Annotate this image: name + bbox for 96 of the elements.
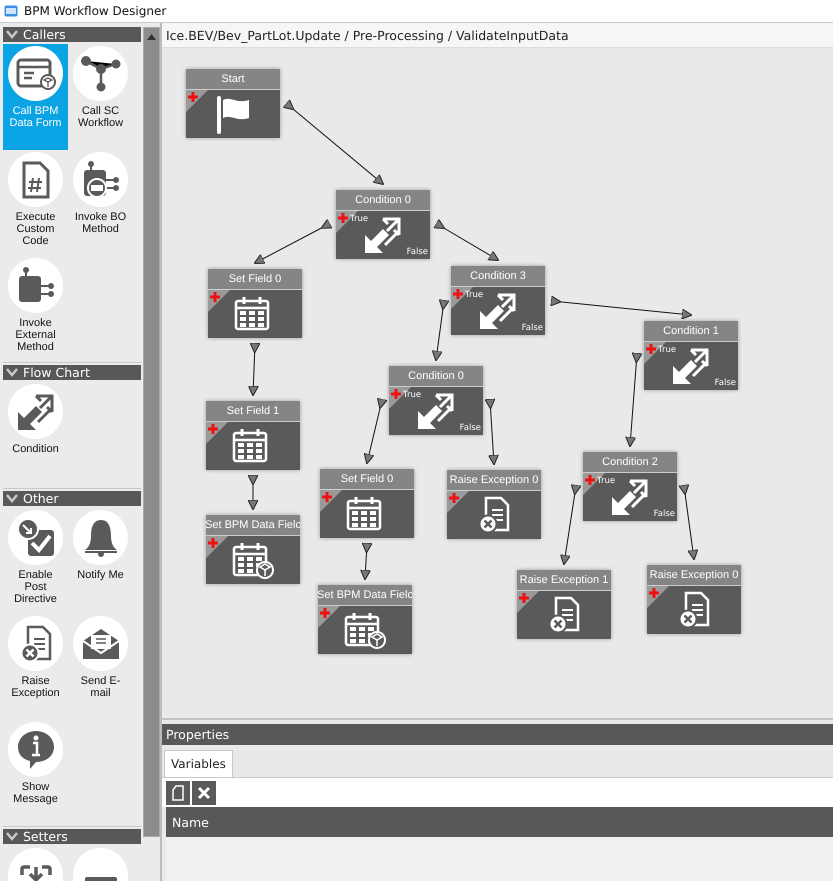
add-plus-icon[interactable] [320,608,330,618]
form-window-icon [16,58,56,90]
false-label: False [654,509,675,519]
variables-tab[interactable]: Variables [164,750,233,777]
connector-arrow [484,398,499,466]
item-label: Call SC Workflow [76,105,124,129]
item-label: Call BPM Data Form [10,105,62,129]
node-title: Condition 0 [355,194,411,206]
add-plus-icon[interactable] [449,493,459,503]
palette-item[interactable]: Invoke External Method [3,256,68,362]
add-plus-icon[interactable] [649,588,659,598]
add-plus-icon[interactable] [210,292,220,302]
app-window-icon [4,5,18,17]
page-icon [171,784,185,800]
node-title: Set Field 1 [226,405,280,417]
palette-item[interactable]: Raise Exception [3,614,68,720]
scroll-up-icon [147,34,156,40]
node-title: Raise Exception 0 [650,569,738,581]
item-label: Notify Me [76,569,125,581]
add-plus-icon[interactable] [208,538,218,548]
palette-item[interactable]: Notify Me [68,508,133,614]
item-label: Enable Post Directive [13,569,58,605]
new-button[interactable] [166,780,190,804]
add-plus-icon[interactable] [208,424,218,434]
node-title: Raise Exception 1 [520,574,608,586]
true-label: True [597,476,616,486]
item-label: Invoke BO Method [74,211,126,235]
connector-arrow [360,542,373,580]
palette-item[interactable]: Invoke BO Method [68,150,133,256]
item-label: Send E-mail [80,675,122,699]
info-speech-bubble-icon [16,728,56,770]
add-plus-icon[interactable] [453,289,463,299]
true-label: True [403,390,422,400]
section-header[interactable]: Callers [3,27,141,42]
chevron-down-icon [6,494,18,503]
node-title: Raise Exception 0 [450,474,538,486]
palette-item[interactable]: Call SC Workflow [68,44,133,150]
false-label: False [406,247,428,257]
palette-item[interactable]: Show Message [3,720,68,826]
false-label: False [714,378,736,388]
close-icon [197,786,211,800]
node-title: Condition 2 [602,456,658,468]
envelope-icon [80,626,120,660]
node-title: Condition 0 [408,370,464,382]
scrollbar[interactable] [143,27,160,837]
calendar-cube-icon [344,611,386,649]
delete-button[interactable] [192,780,216,804]
node-title: Condition 1 [663,325,719,337]
false-label: False [522,323,543,333]
breadcrumb-path: Ice.BEV/Bev_PartLot.Update / Pre-Processing / ValidateInputData [166,28,569,42]
add-plus-icon[interactable] [338,213,348,223]
add-plus-icon[interactable] [322,492,332,502]
node-title: Start [221,73,245,85]
connector-arrow [364,397,388,464]
node-title: Set Field 0 [340,473,394,485]
item-label: Execute Custom Code [14,211,56,247]
add-plus-icon[interactable] [519,593,529,603]
item-label: Condition [11,443,60,455]
hash-document-icon [20,160,50,200]
section-title: Flow Chart [23,365,90,380]
connector-arrow [248,474,258,510]
diagonal-arrows-icon [16,392,56,432]
palette-item[interactable]: Execute Custom Code [3,150,68,256]
section-title: Other [23,491,58,506]
item-label: Invoke External Method [14,317,57,353]
section-header[interactable]: Other [3,491,141,506]
chevron-down-icon [6,368,18,377]
add-plus-icon[interactable] [646,344,656,354]
item-label: Show Message [12,781,59,805]
chevron-down-icon [6,30,18,39]
add-plus-icon[interactable] [585,475,595,485]
add-plus-icon[interactable] [391,389,401,399]
window-title: BPM Workflow Designer [24,4,166,18]
true-label: True [658,345,676,355]
column-header[interactable]: Name [166,814,209,830]
node-title: Set Field 0 [228,273,282,285]
section-title: Setters [23,829,68,844]
section-header[interactable]: Flow Chart [3,365,141,380]
true-label: True [465,290,484,300]
connector-arrow [433,218,500,261]
palette-item[interactable]: Send E-mail [68,614,133,720]
connector-arrow [432,298,450,362]
calendar-cube-icon [232,541,274,579]
palette-item[interactable]: Enable Post Directive [3,508,68,614]
section-header[interactable]: Setters [3,829,141,844]
chevron-down-icon [6,832,18,841]
node-title: Condition 3 [470,270,526,282]
connector-arrow [248,342,261,396]
properties-title: Properties [166,727,230,742]
item-label: Raise Exception [10,675,61,699]
network-nodes-icon [80,54,122,92]
section-title: Callers [23,27,66,42]
false-label: False [460,423,481,433]
palette-item[interactable]: Condition [3,382,68,488]
add-plus-icon[interactable] [188,92,198,102]
true-label: True [350,214,368,224]
